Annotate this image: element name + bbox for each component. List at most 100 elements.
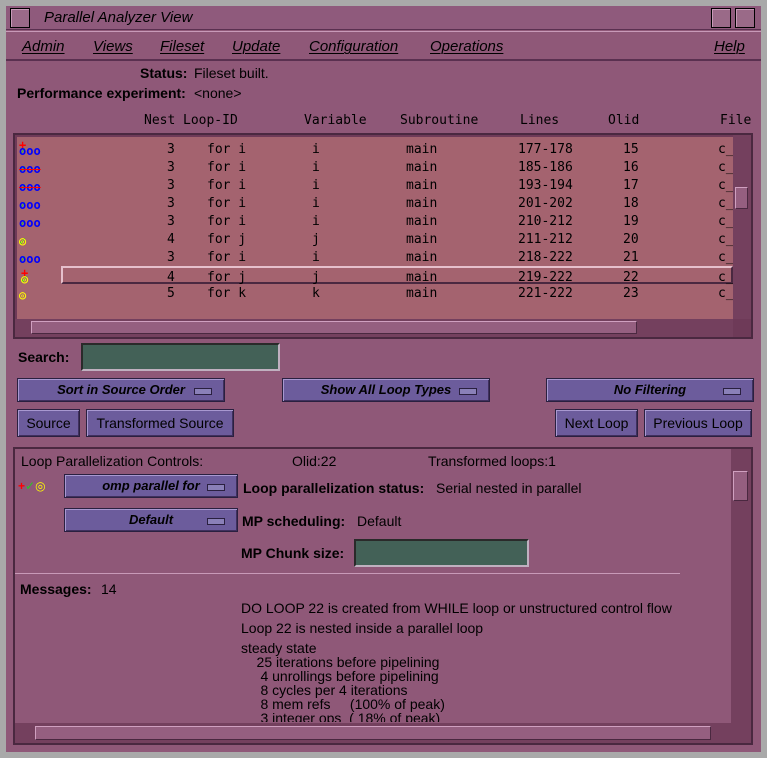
cell-sub: main [406,232,438,247]
details-hscroll-thumb[interactable] [35,726,711,740]
cell-olid: 23 [623,286,639,301]
messages-count: 14 [101,581,117,597]
menu-views[interactable]: Views [93,38,133,55]
transformed-loops-label: Transformed loops:1 [428,453,556,469]
window-title: Parallel Analyzer View [44,9,193,26]
cell-file: c_ [718,250,733,265]
col-variable[interactable]: Variable [304,113,367,128]
table-row[interactable]: ✓ ooo 3 for i i main 218-222 21 c_ [17,248,733,266]
scroll-thumb[interactable] [735,187,748,209]
cell-var: i [312,214,320,229]
cell-loop: for i [207,178,247,193]
cell-loop: for j [207,232,247,247]
filter-option-menu[interactable]: No Filtering [546,378,754,402]
cell-lines: 211-212 [518,232,573,247]
source-button[interactable]: Source [17,409,80,437]
scheduling-value: Default [357,513,402,529]
details-horizontal-scrollbar[interactable] [15,723,731,743]
cell-nest: 3 [167,178,175,193]
table-row[interactable]: ◎ 5 for k k main 221-222 23 c_ [17,284,733,302]
cell-var: k [312,286,320,301]
cell-file: c_ [718,142,733,157]
cell-sub: main [406,250,438,265]
cell-olid: 19 [623,214,639,229]
cell-olid: 18 [623,196,639,211]
window-menu-button[interactable] [10,8,30,28]
table-row[interactable]: ✓ ◎ 4 for j j main 211-212 20 c_ [17,230,733,248]
col-subroutine[interactable]: Subroutine [400,113,478,128]
messages-label: Messages: [20,581,92,597]
cell-file: c_ [718,178,733,193]
previous-loop-button[interactable]: Previous Loop [644,409,752,437]
vertical-scrollbar[interactable] [733,135,751,319]
cell-var: i [312,178,320,193]
cell-file: c_ [718,196,733,211]
cell-sub: main [406,178,438,193]
menu-bar: Admin Views Fileset Update Configuration… [6,31,761,61]
hscroll-thumb[interactable] [31,321,637,334]
cell-nest: 3 [167,196,175,211]
menu-operations[interactable]: Operations [430,38,503,55]
cell-nest: 4 [167,270,175,285]
scheduling-option-menu[interactable]: Default [64,508,238,532]
cell-var: j [312,270,320,285]
details-scroll-thumb[interactable] [733,471,748,501]
title-bar[interactable]: Parallel Analyzer View [6,6,761,30]
olid-label: Olid:22 [292,453,337,469]
cell-sub: main [406,270,438,285]
table-row[interactable]: ✓ ooo 3 for i i main 210-212 19 c_ [17,212,733,230]
cell-nest: 3 [167,142,175,157]
maximize-button[interactable] [735,8,755,28]
cell-loop: for k [207,286,247,301]
cell-nest: 5 [167,286,175,301]
divider [15,573,680,574]
table-row[interactable]: + ✓ ◎ 4 for j j main 219-222 22 c_ [21,266,733,286]
menu-admin[interactable]: Admin [22,38,65,55]
cell-var: i [312,142,320,157]
cell-loop: for i [207,214,247,229]
cell-file: c_ [718,270,733,285]
status-label: Status: [140,65,188,81]
col-file[interactable]: File [720,113,751,128]
sort-option-menu[interactable]: Sort in Source Order [17,378,225,402]
col-nest[interactable]: Nest [144,113,175,128]
controls-title: Loop Parallelization Controls: [21,453,204,469]
horizontal-scrollbar[interactable] [15,319,733,337]
table-row[interactable]: + ✓ ooo 3 for i i main 177-178 15 c_ [17,138,733,158]
menu-update[interactable]: Update [232,38,280,55]
col-lines[interactable]: Lines [520,113,559,128]
search-input[interactable] [81,343,280,371]
menu-configuration[interactable]: Configuration [309,38,398,55]
cell-nest: 3 [167,214,175,229]
cell-lines: 177-178 [518,142,573,157]
transformed-source-button[interactable]: Transformed Source [86,409,234,437]
menu-help[interactable]: Help [714,38,745,55]
cell-olid: 22 [623,270,639,285]
table-row[interactable]: ✓ ooo 3 for i i main 193-194 17 c_ [17,176,733,194]
cell-olid: 16 [623,160,639,175]
cell-lines: 218-222 [518,250,573,265]
cell-lines: 201-202 [518,196,573,211]
cell-loop: for i [207,142,247,157]
cell-olid: 20 [623,232,639,247]
cell-nest: 3 [167,250,175,265]
table-row[interactable]: ✓ ooo 3 for i i main 201-202 18 c_ [17,194,733,212]
table-row[interactable]: ✓ ooo 3 for i i main 185-186 16 c_ [17,158,733,176]
scheduling-label: MP scheduling: [242,513,346,529]
next-loop-button[interactable]: Next Loop [555,409,638,437]
chunk-size-input[interactable] [354,539,529,567]
directive-option-menu[interactable]: omp parallel for [64,474,238,498]
parallelization-status-value: Serial nested in parallel [436,480,582,496]
loop-type-option-menu[interactable]: Show All Loop Types [282,378,490,402]
cell-var: i [312,250,320,265]
cell-lines: 221-222 [518,286,573,301]
cell-nest: 4 [167,232,175,247]
cell-var: i [312,160,320,175]
menu-fileset[interactable]: Fileset [160,38,204,55]
cell-nest: 3 [167,160,175,175]
minimize-button[interactable] [711,8,731,28]
col-olid[interactable]: Olid [608,113,639,128]
parallelization-status-label: Loop parallelization status: [243,480,425,496]
details-vertical-scrollbar[interactable] [731,449,751,743]
col-loop-id[interactable]: Loop-ID [183,113,238,128]
